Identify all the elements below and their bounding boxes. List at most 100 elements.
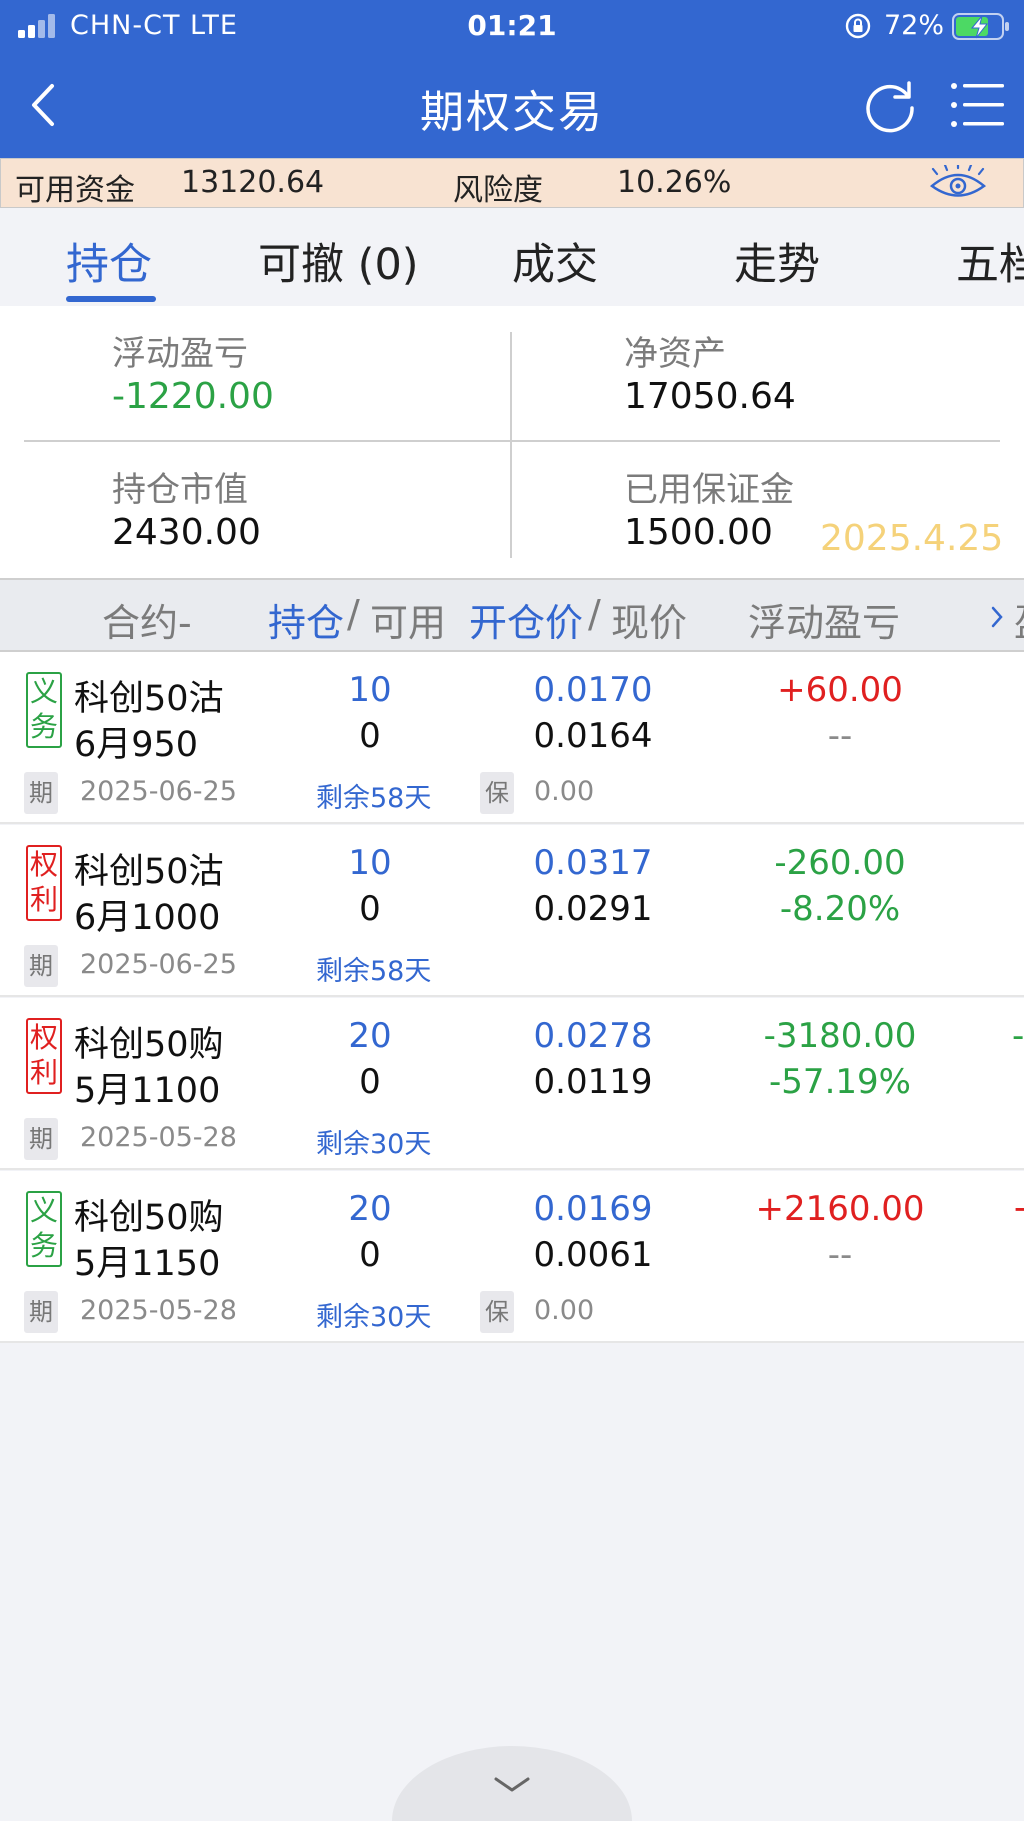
- available-qty: 0: [359, 716, 381, 756]
- expiry-chip: 期: [24, 945, 58, 987]
- margin-chip: 保: [480, 772, 514, 814]
- badge-char: 义: [29, 1194, 58, 1227]
- header-separator: /: [347, 592, 360, 636]
- open-price: 0.0169: [533, 1189, 653, 1229]
- open-price: 0.0170: [533, 670, 653, 710]
- lock-icon: [845, 13, 871, 39]
- badge-char: 利: [29, 883, 58, 916]
- nav-bar: 期权交易: [0, 52, 1024, 158]
- market-value-value: 2430.00: [112, 512, 261, 553]
- header-position[interactable]: 持仓: [268, 592, 344, 647]
- contract-strike: 6月950: [74, 725, 199, 765]
- floating-pnl: -260.00: [774, 843, 906, 883]
- floating-pnl: -3180.00: [763, 1016, 917, 1056]
- current-price: 0.0119: [533, 1062, 653, 1102]
- battery-percent: 72%: [884, 10, 945, 41]
- available-funds-label: 可用资金: [15, 173, 135, 208]
- table-row[interactable]: 义 务 科创50购 5月1150 20 0 0.0169 0.0061 +216…: [0, 1171, 1024, 1343]
- floating-pnl-percent: --: [827, 716, 853, 756]
- overflow-column-value: -: [1012, 1016, 1024, 1056]
- contract-strike: 5月1150: [74, 1244, 221, 1284]
- battery-icon: [952, 13, 1009, 40]
- header-open-price[interactable]: 开仓价: [469, 592, 583, 647]
- table-header: 合约- 持仓 / 可用 开仓价 / 现价 浮动盈亏 盈: [0, 578, 1024, 652]
- floating-pnl-percent: --: [827, 1235, 853, 1275]
- expiry-chip: 期: [24, 1118, 58, 1160]
- risk-label: 风险度: [453, 173, 543, 208]
- current-price: 0.0061: [533, 1235, 653, 1275]
- available-qty: 0: [359, 1062, 381, 1102]
- margin-used-label: 已用保证金: [624, 470, 794, 510]
- tab-trades[interactable]: 成交: [512, 230, 598, 292]
- option-type-badge: 权 利: [26, 845, 62, 921]
- available-qty: 0: [359, 889, 381, 929]
- table-row[interactable]: 权 利 科创50沽 6月1000 10 0 0.0317 0.0291 -260…: [0, 825, 1024, 997]
- net-assets-value: 17050.64: [624, 376, 796, 417]
- contract-name: 科创50购: [74, 1198, 224, 1238]
- summary-divider: [510, 332, 512, 558]
- floating-pnl-label: 浮动盈亏: [112, 334, 248, 374]
- current-price: 0.0164: [533, 716, 653, 756]
- floating-pnl-percent: -8.20%: [779, 889, 901, 929]
- option-type-badge: 义 务: [26, 672, 62, 748]
- table-row[interactable]: 义 务 科创50沽 6月950 10 0 0.0170 0.0164 +60.0…: [0, 652, 1024, 824]
- floating-pnl: +2160.00: [755, 1189, 925, 1229]
- available-qty: 0: [359, 1235, 381, 1275]
- fund-bar: 可用资金 13120.64 风险度 10.26%: [0, 158, 1024, 208]
- badge-char: 权: [29, 1021, 58, 1054]
- risk-value: 10.26%: [617, 165, 732, 200]
- refresh-icon[interactable]: [862, 78, 918, 134]
- option-type-badge: 权 利: [26, 1018, 62, 1094]
- tab-positions[interactable]: 持仓: [66, 230, 152, 292]
- header-separator: /: [588, 592, 601, 636]
- badge-char: 权: [29, 848, 58, 881]
- tab-order-book[interactable]: 五档: [956, 230, 1024, 292]
- header-more: 盈: [1014, 592, 1024, 647]
- menu-icon[interactable]: [950, 80, 1004, 130]
- overflow-column-value: +: [1012, 1189, 1024, 1229]
- days-remaining: 剩余58天: [316, 783, 432, 814]
- available-funds-value: 13120.64: [181, 165, 325, 200]
- current-price: 0.0291: [533, 889, 653, 929]
- margin-value: 0.00: [534, 776, 595, 807]
- tab-cancelable[interactable]: 可撤 (0): [258, 230, 419, 292]
- expiry-date: 2025-05-28: [80, 1122, 237, 1153]
- position-qty: 10: [348, 843, 392, 883]
- days-remaining: 剩余30天: [316, 1302, 432, 1333]
- contract-strike: 6月1000: [74, 898, 221, 938]
- expiry-date: 2025-06-25: [80, 776, 237, 807]
- badge-char: 务: [29, 1229, 58, 1262]
- header-current-price[interactable]: 现价: [611, 592, 687, 647]
- tab-trend[interactable]: 走势: [734, 230, 820, 292]
- floating-pnl-percent: -57.19%: [769, 1062, 911, 1102]
- position-qty: 20: [348, 1016, 392, 1056]
- header-contract[interactable]: 合约-: [102, 592, 192, 647]
- position-qty: 20: [348, 1189, 392, 1229]
- days-remaining: 剩余30天: [316, 1129, 432, 1160]
- badge-char: 务: [29, 710, 58, 743]
- floating-pnl-value: -1220.00: [112, 376, 274, 417]
- badge-char: 义: [29, 675, 58, 708]
- header-available[interactable]: 可用: [370, 592, 446, 647]
- expiry-chip: 期: [24, 1291, 58, 1333]
- open-price: 0.0317: [533, 843, 653, 883]
- margin-chip: 保: [480, 1291, 514, 1333]
- summary-divider: [24, 440, 1000, 442]
- header-floating-pnl[interactable]: 浮动盈亏: [748, 592, 900, 647]
- status-bar: CHN-CT LTE 01:21 72%: [0, 0, 1024, 52]
- tab-active-indicator: [66, 296, 156, 302]
- table-row[interactable]: 权 利 科创50购 5月1100 20 0 0.0278 0.0119 -318…: [0, 998, 1024, 1170]
- tab-bar: 持仓 可撤 (0) 成交 走势 五档: [0, 208, 1024, 306]
- account-summary: 浮动盈亏 -1220.00 净资产 17050.64 持仓市值 2430.00 …: [0, 306, 1024, 578]
- chevron-down-icon[interactable]: [492, 1774, 532, 1796]
- option-type-badge: 义 务: [26, 1191, 62, 1267]
- eye-icon[interactable]: [929, 165, 987, 203]
- market-value-label: 持仓市值: [112, 470, 248, 510]
- chevron-right-icon[interactable]: [988, 602, 1008, 632]
- contract-name: 科创50沽: [74, 852, 224, 892]
- expiry-chip: 期: [24, 772, 58, 814]
- open-price: 0.0278: [533, 1016, 653, 1056]
- margin-value: 0.00: [534, 1295, 595, 1326]
- position-qty: 10: [348, 670, 392, 710]
- net-assets-label: 净资产: [624, 334, 726, 374]
